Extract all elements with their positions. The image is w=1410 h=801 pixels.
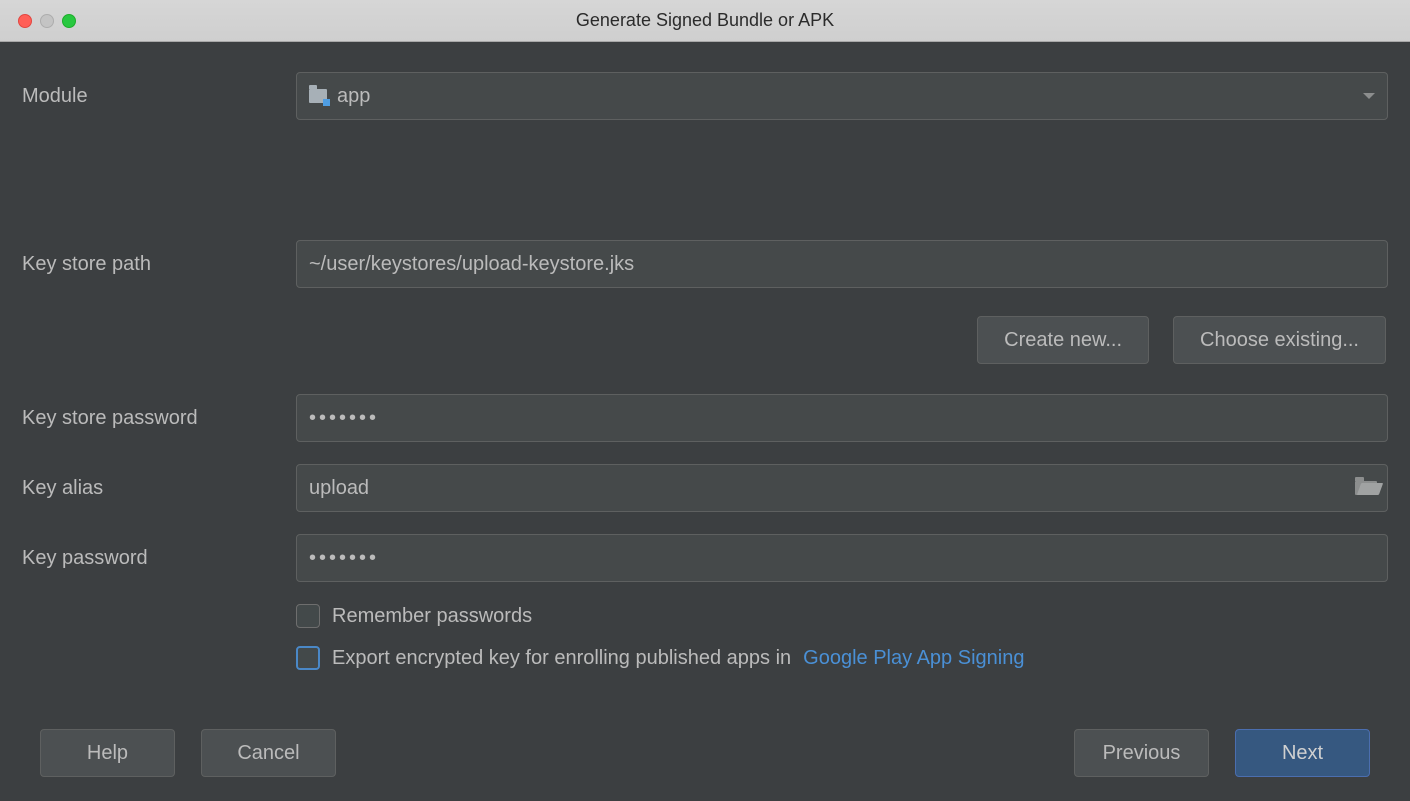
export-key-label: Export encrypted key for enrolling publi…	[332, 647, 791, 670]
choose-existing-button[interactable]: Choose existing...	[1173, 316, 1386, 364]
maximize-window-button[interactable]	[62, 14, 76, 28]
create-new-button[interactable]: Create new...	[977, 316, 1149, 364]
keystore-button-row: Create new... Choose existing...	[296, 316, 1388, 364]
google-play-app-signing-link[interactable]: Google Play App Signing	[803, 647, 1024, 670]
next-button[interactable]: Next	[1235, 729, 1370, 777]
keystore-password-field[interactable]: •••••••	[296, 394, 1388, 442]
remember-passwords-label: Remember passwords	[332, 605, 532, 628]
key-alias-field[interactable]: upload	[296, 464, 1388, 512]
keystore-path-value: ~/user/keystores/upload-keystore.jks	[309, 253, 634, 276]
module-label: Module	[22, 85, 296, 108]
remember-passwords-row[interactable]: Remember passwords	[296, 604, 1388, 628]
cancel-button[interactable]: Cancel	[201, 729, 336, 777]
window-controls	[0, 14, 76, 28]
module-row: Module app	[22, 72, 1388, 120]
options: Remember passwords Export encrypted key …	[296, 604, 1388, 670]
remember-passwords-checkbox[interactable]	[296, 604, 320, 628]
export-key-checkbox[interactable]	[296, 646, 320, 670]
key-password-field[interactable]: •••••••	[296, 534, 1388, 582]
keystore-password-row: Key store password •••••••	[22, 394, 1388, 442]
module-select[interactable]: app	[296, 72, 1388, 120]
key-password-label: Key password	[22, 547, 296, 570]
window-title: Generate Signed Bundle or APK	[0, 10, 1410, 31]
keystore-path-field[interactable]: ~/user/keystores/upload-keystore.jks	[296, 240, 1388, 288]
keystore-path-row: Key store path ~/user/keystores/upload-k…	[22, 240, 1388, 288]
dialog-footer: Help Cancel Previous Next	[0, 729, 1410, 801]
keystore-path-label: Key store path	[22, 253, 296, 276]
previous-button[interactable]: Previous	[1074, 729, 1209, 777]
chevron-down-icon	[1363, 93, 1375, 99]
close-window-button[interactable]	[18, 14, 32, 28]
key-alias-row: Key alias upload	[22, 464, 1388, 512]
export-key-row[interactable]: Export encrypted key for enrolling publi…	[296, 646, 1388, 670]
minimize-window-button[interactable]	[40, 14, 54, 28]
keystore-password-label: Key store password	[22, 407, 296, 430]
module-select-value: app	[337, 85, 370, 108]
key-password-value: •••••••	[309, 547, 379, 570]
help-button[interactable]: Help	[40, 729, 175, 777]
module-folder-icon	[309, 89, 327, 103]
keystore-password-value: •••••••	[309, 407, 379, 430]
key-alias-value: upload	[309, 477, 369, 500]
key-password-row: Key password •••••••	[22, 534, 1388, 582]
dialog-content: Module app Key store path ~/user/keystor…	[0, 42, 1410, 670]
titlebar: Generate Signed Bundle or APK	[0, 0, 1410, 42]
folder-open-icon[interactable]	[1355, 481, 1377, 495]
key-alias-label: Key alias	[22, 477, 296, 500]
